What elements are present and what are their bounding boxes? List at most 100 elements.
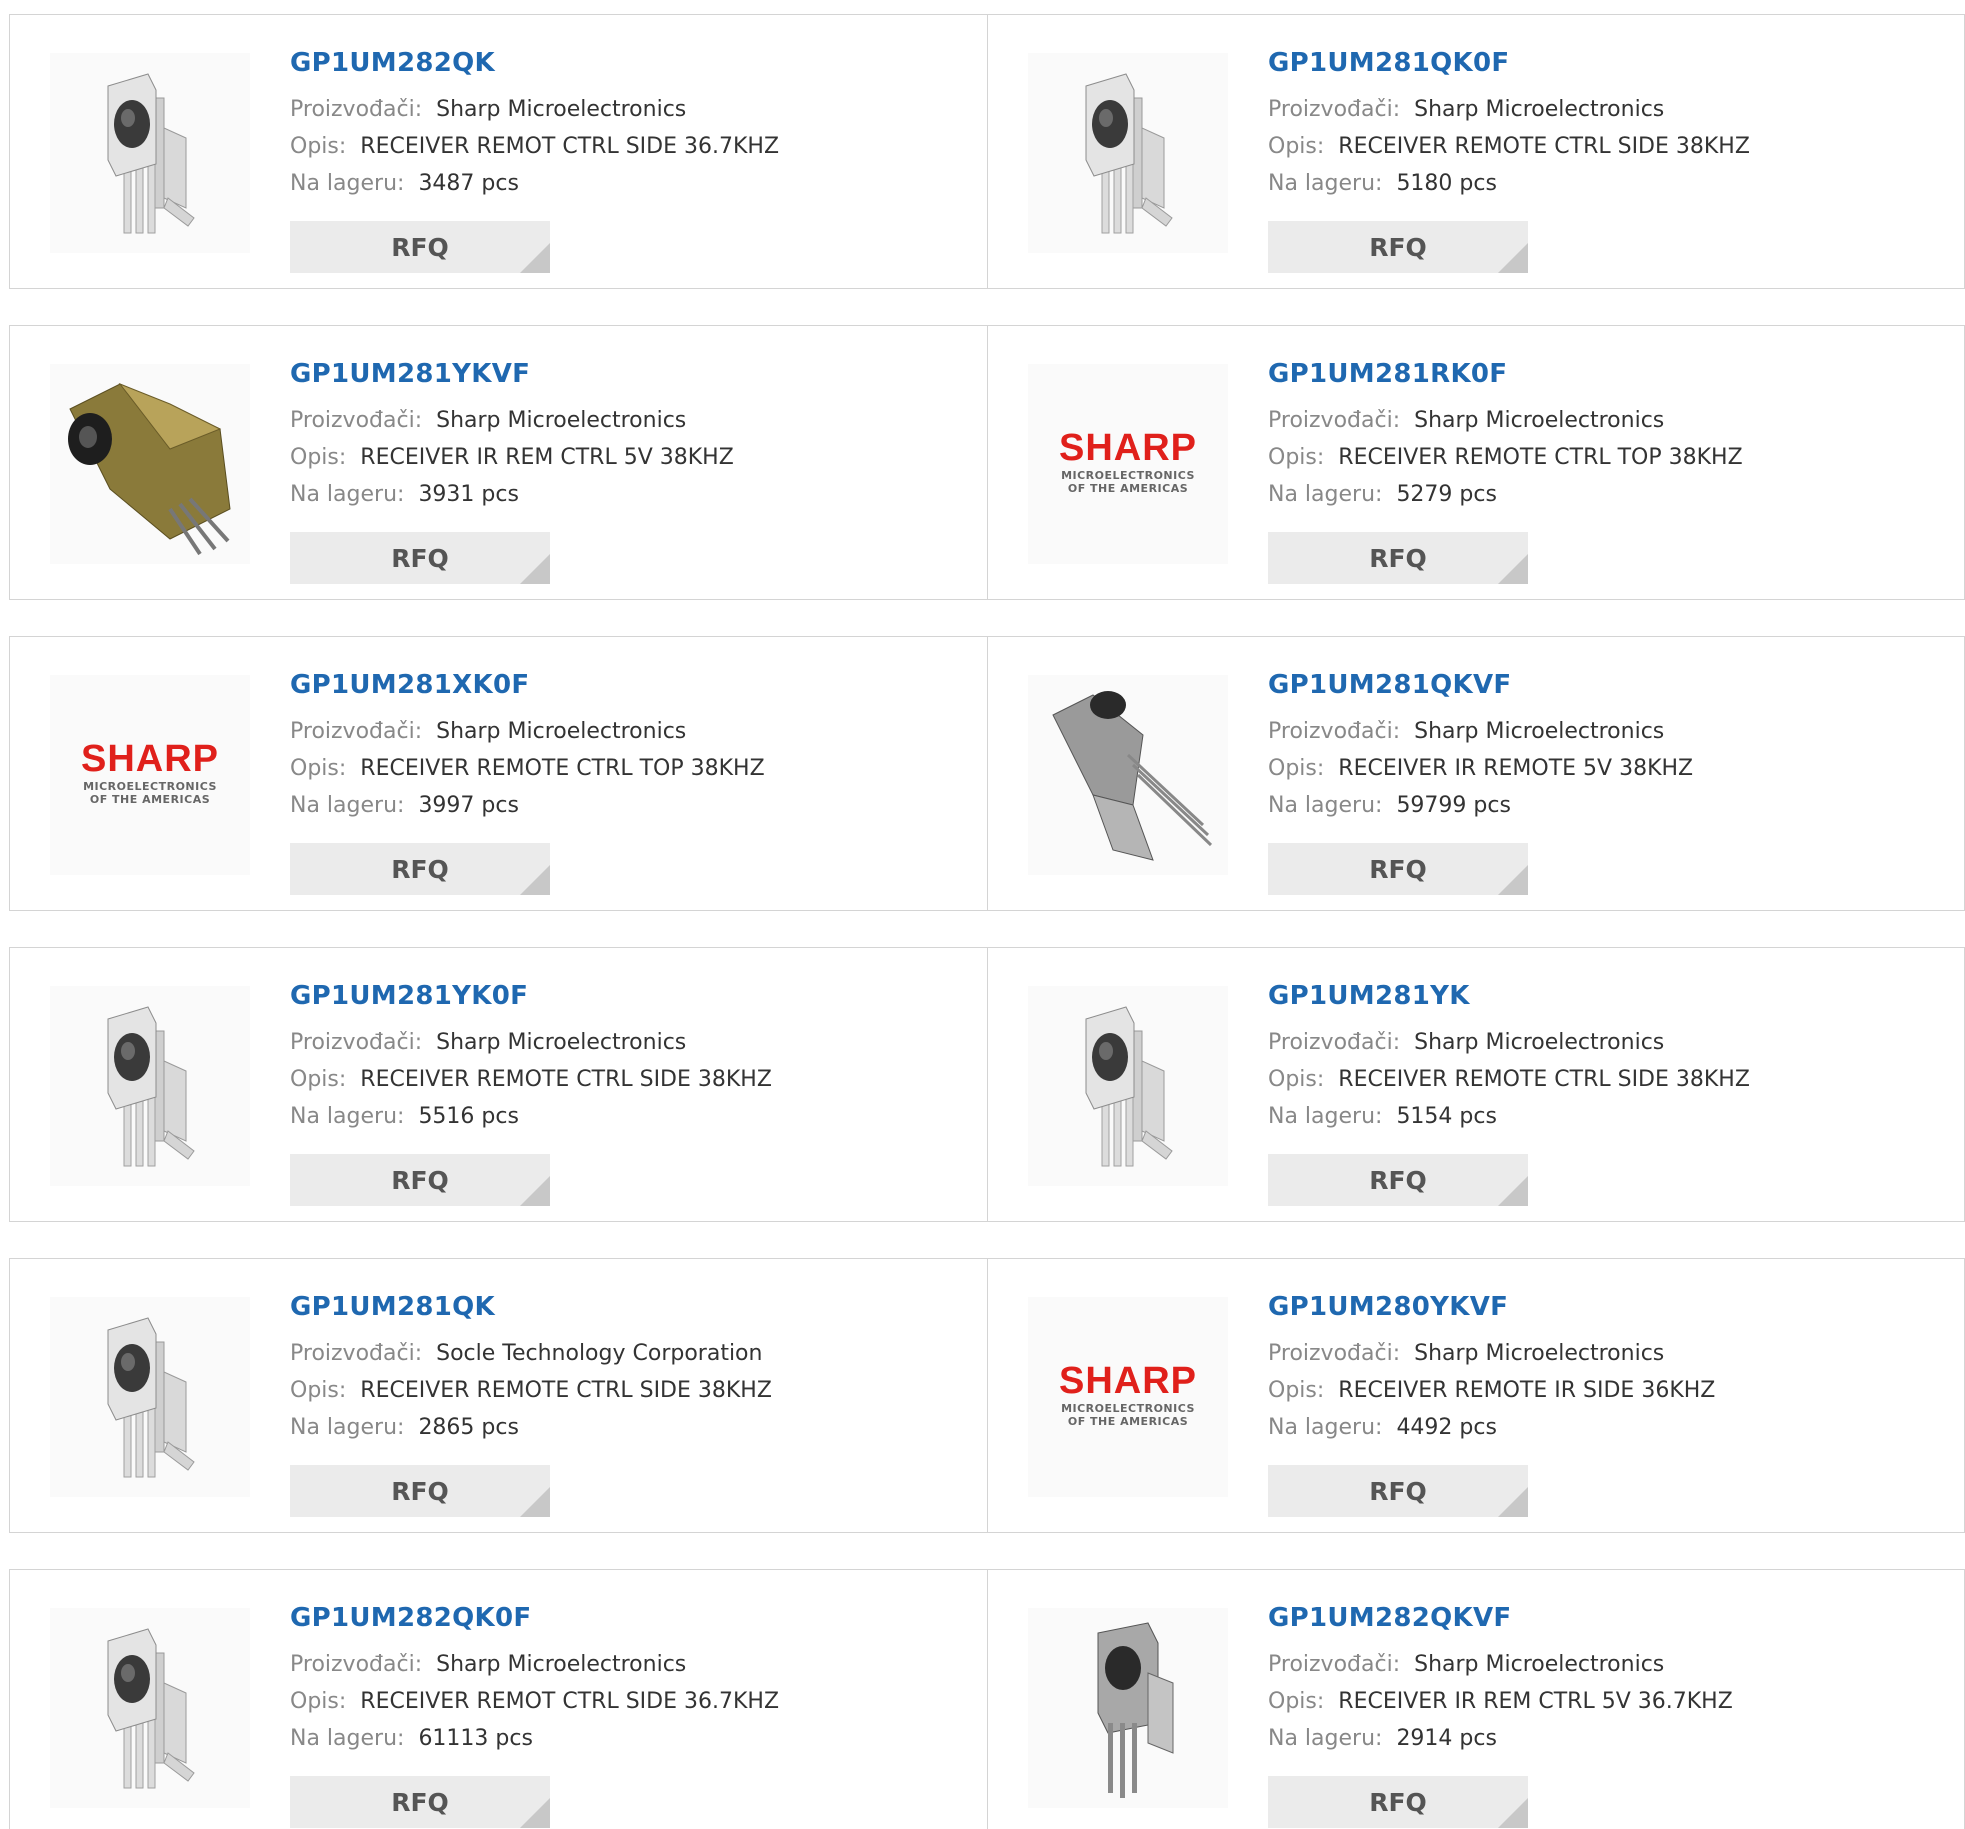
manufacturer-label: Proizvođači: (1268, 1030, 1401, 1055)
description-row: Opis: RECEIVER REMOTE CTRL SIDE 38KHZ (1268, 1061, 1750, 1098)
manufacturer-row: Proizvođači: Sharp Microelectronics (290, 91, 779, 128)
rfq-button[interactable]: RFQ (290, 221, 550, 273)
sharp-logo[interactable]: SHARP MICROELECTRONICS OF THE AMERICAS (1028, 364, 1228, 564)
rfq-button[interactable]: RFQ (1268, 1776, 1528, 1828)
stock-value: 5516 pcs (418, 1104, 519, 1129)
product-row: GP1UM282QK0F Proizvođači: Sharp Microelec… (9, 1569, 1965, 1829)
part-number-link[interactable]: GP1UM281YKVF (290, 358, 734, 390)
rfq-button[interactable]: RFQ (1268, 221, 1528, 273)
description-row: Opis: RECEIVER REMOTE CTRL SIDE 38KHZ (1268, 128, 1750, 165)
manufacturer-value: Sharp Microelectronics (1414, 1652, 1665, 1677)
description-value: RECEIVER REMOTE IR SIDE 36KHZ (1338, 1378, 1716, 1403)
corner-triangle-icon (1498, 1798, 1528, 1828)
stock-row: Na lageru: 3997 pcs (290, 787, 765, 824)
corner-triangle-icon (1498, 865, 1528, 895)
description-label: Opis: (1268, 1689, 1325, 1714)
description-label: Opis: (290, 445, 347, 470)
rfq-button[interactable]: RFQ (1268, 843, 1528, 895)
svg-text:MICROELECTRONICS: MICROELECTRONICS (1061, 469, 1195, 482)
ir-receiver-metal-icon[interactable] (1028, 1608, 1228, 1808)
manufacturer-label: Proizvođači: (290, 719, 423, 744)
corner-triangle-icon (1498, 1176, 1528, 1206)
description-label: Opis: (1268, 445, 1325, 470)
stock-label: Na lageru: (1268, 1726, 1383, 1751)
description-label: Opis: (290, 134, 347, 159)
manufacturer-label: Proizvođači: (290, 408, 423, 433)
sharp-logo[interactable]: SHARP MICROELECTRONICS OF THE AMERICAS (1028, 1297, 1228, 1497)
description-row: Opis: RECEIVER IR REM CTRL 5V 38KHZ (290, 439, 734, 476)
manufacturer-row: Proizvođači: Sharp Microelectronics (1268, 402, 1743, 439)
stock-value: 5279 pcs (1396, 482, 1497, 507)
ir-receiver-angled-icon[interactable] (1028, 675, 1228, 875)
ir-receiver-side-icon[interactable] (50, 1297, 250, 1497)
stock-row: Na lageru: 2865 pcs (290, 1409, 772, 1446)
ir-receiver-side-icon[interactable] (1028, 986, 1228, 1186)
rfq-button[interactable]: RFQ (1268, 1154, 1528, 1206)
rfq-button[interactable]: RFQ (1268, 532, 1528, 584)
product-card: SHARP MICROELECTRONICS OF THE AMERICAS G… (987, 1259, 1964, 1532)
stock-row: Na lageru: 5516 pcs (290, 1098, 772, 1135)
stock-value: 5180 pcs (1396, 171, 1497, 196)
rfq-label: RFQ (1369, 1787, 1427, 1817)
stock-value: 2865 pcs (418, 1415, 519, 1440)
stock-value: 59799 pcs (1396, 793, 1511, 818)
rfq-button[interactable]: RFQ (290, 843, 550, 895)
description-value: RECEIVER IR REM CTRL 5V 36.7KHZ (1338, 1689, 1733, 1714)
rfq-button[interactable]: RFQ (290, 1465, 550, 1517)
description-value: RECEIVER REMOTE CTRL SIDE 38KHZ (1338, 1067, 1750, 1092)
rfq-button[interactable]: RFQ (290, 1776, 550, 1828)
description-row: Opis: RECEIVER REMOT CTRL SIDE 36.7KHZ (290, 1683, 779, 1720)
rfq-button[interactable]: RFQ (1268, 1465, 1528, 1517)
stock-row: Na lageru: 2914 pcs (1268, 1720, 1733, 1757)
part-number-link[interactable]: GP1UM282QK0F (290, 1602, 779, 1634)
part-number-link[interactable]: GP1UM281XK0F (290, 669, 765, 701)
corner-triangle-icon (1498, 554, 1528, 584)
product-info: GP1UM281XK0F Proizvođači: Sharp Microelec… (290, 669, 765, 824)
ir-receiver-side-icon[interactable] (1028, 53, 1228, 253)
stock-value: 61113 pcs (418, 1726, 533, 1751)
description-value: RECEIVER REMOTE CTRL TOP 38KHZ (360, 756, 765, 781)
manufacturer-value: Sharp Microelectronics (1414, 408, 1665, 433)
ir-receiver-side-icon[interactable] (50, 986, 250, 1186)
manufacturer-row: Proizvođači: Socle Technology Corporation (290, 1335, 772, 1372)
description-value: RECEIVER IR REMOTE 5V 38KHZ (1338, 756, 1694, 781)
stock-value: 2914 pcs (1396, 1726, 1497, 1751)
ir-receiver-side-icon[interactable] (50, 53, 250, 253)
svg-text:MICROELECTRONICS: MICROELECTRONICS (1061, 1402, 1195, 1415)
product-info: GP1UM282QKVF Proizvođači: Sharp Microelec… (1268, 1602, 1733, 1757)
stock-row: Na lageru: 5279 pcs (1268, 476, 1743, 513)
stock-label: Na lageru: (290, 1415, 405, 1440)
stock-label: Na lageru: (1268, 482, 1383, 507)
part-number-link[interactable]: GP1UM281QK (290, 1291, 772, 1323)
rfq-label: RFQ (1369, 854, 1427, 884)
rfq-button[interactable]: RFQ (290, 532, 550, 584)
stock-row: Na lageru: 5180 pcs (1268, 165, 1750, 202)
part-number-link[interactable]: GP1UM281YK0F (290, 980, 772, 1012)
sharp-logo[interactable]: SHARP MICROELECTRONICS OF THE AMERICAS (50, 675, 250, 875)
product-grid: GP1UM282QK Proizvođači: Sharp Microelectr… (0, 0, 1965, 1829)
corner-triangle-icon (520, 1487, 550, 1517)
stock-value: 4492 pcs (1396, 1415, 1497, 1440)
product-row: GP1UM281YKVF Proizvođači: Sharp Microelec… (9, 325, 1965, 600)
manufacturer-row: Proizvođači: Sharp Microelectronics (290, 1024, 772, 1061)
product-row: GP1UM281YK0F Proizvođači: Sharp Microelec… (9, 947, 1965, 1222)
part-number-link[interactable]: GP1UM281YK (1268, 980, 1750, 1012)
product-card: GP1UM281YK0F Proizvođači: Sharp Microelec… (10, 948, 987, 1221)
stock-row: Na lageru: 59799 pcs (1268, 787, 1693, 824)
product-row: SHARP MICROELECTRONICS OF THE AMERICAS G… (9, 636, 1965, 911)
product-info: GP1UM282QK0F Proizvođači: Sharp Microelec… (290, 1602, 779, 1757)
part-number-link[interactable]: GP1UM280YKVF (1268, 1291, 1715, 1323)
part-number-link[interactable]: GP1UM282QKVF (1268, 1602, 1733, 1634)
part-number-link[interactable]: GP1UM282QK (290, 47, 779, 79)
rfq-button[interactable]: RFQ (290, 1154, 550, 1206)
ir-receiver-gold-icon[interactable] (50, 364, 250, 564)
product-card: SHARP MICROELECTRONICS OF THE AMERICAS G… (987, 326, 1964, 599)
part-number-link[interactable]: GP1UM281QKVF (1268, 669, 1693, 701)
manufacturer-value: Sharp Microelectronics (436, 1652, 687, 1677)
part-number-link[interactable]: GP1UM281QK0F (1268, 47, 1750, 79)
description-row: Opis: RECEIVER IR REM CTRL 5V 36.7KHZ (1268, 1683, 1733, 1720)
manufacturer-label: Proizvođači: (290, 1030, 423, 1055)
ir-receiver-side-icon[interactable] (50, 1608, 250, 1808)
product-info: GP1UM281YK0F Proizvođači: Sharp Microelec… (290, 980, 772, 1135)
part-number-link[interactable]: GP1UM281RK0F (1268, 358, 1743, 390)
